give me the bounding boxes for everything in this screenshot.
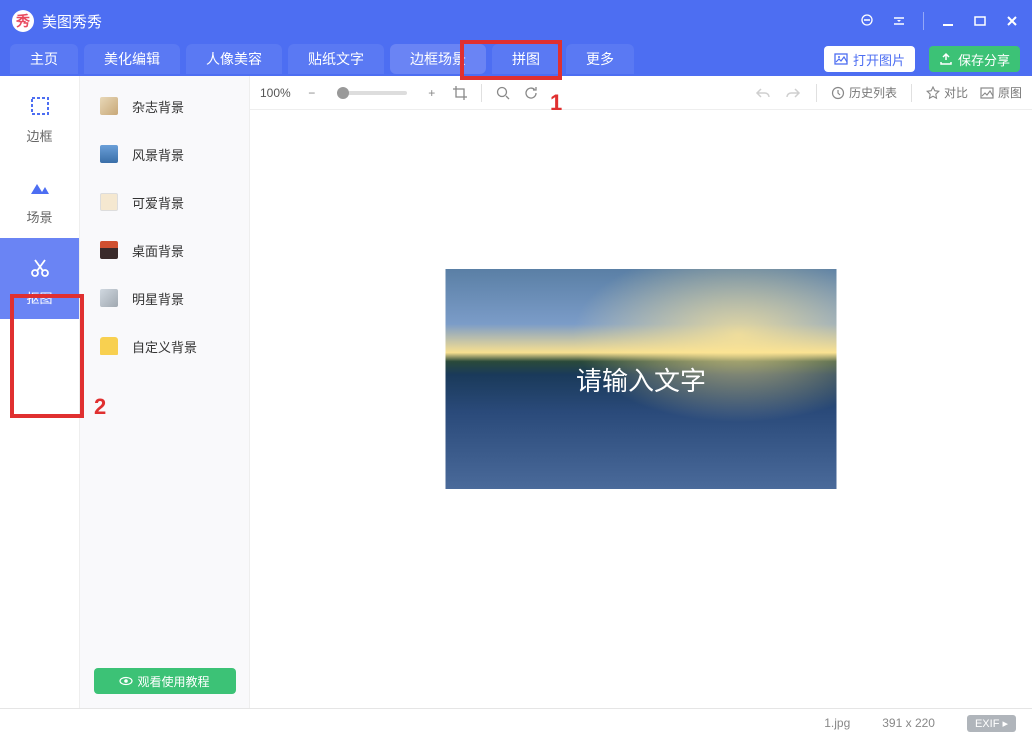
category-thumb xyxy=(100,337,118,355)
save-share-button[interactable]: 保存分享 xyxy=(929,46,1020,72)
zoom-level: 100% xyxy=(260,86,291,100)
zoom-in-icon[interactable]: + xyxy=(423,84,441,102)
category-thumb xyxy=(100,241,118,259)
toolbar-separator xyxy=(911,84,912,102)
category-desktop[interactable]: 桌面背景 xyxy=(80,226,249,274)
category-celebrity[interactable]: 明星背景 xyxy=(80,274,249,322)
toolbar-separator xyxy=(481,84,482,102)
star-icon xyxy=(926,86,940,100)
original-label: 原图 xyxy=(998,84,1022,101)
menu-dropdown-icon[interactable] xyxy=(891,13,907,29)
app-logo: 秀 xyxy=(12,10,34,32)
open-image-label: 打开图片 xyxy=(853,50,905,69)
category-custom[interactable]: 自定义背景 xyxy=(80,322,249,370)
magnifier-icon[interactable] xyxy=(494,84,512,102)
export-icon xyxy=(939,52,953,66)
tutorial-button[interactable]: 观看使用教程 xyxy=(94,668,236,694)
compare-button[interactable]: 对比 xyxy=(926,84,968,101)
tab-beautify[interactable]: 美化编辑 xyxy=(84,44,180,74)
crop-icon[interactable] xyxy=(451,84,469,102)
sidebar-item-label: 边框 xyxy=(26,126,52,145)
sidebar-item-scene[interactable]: 场景 xyxy=(0,157,79,238)
titlebar: 秀 美图秀秀 xyxy=(0,0,1032,42)
app-title: 美图秀秀 xyxy=(42,11,859,32)
image-icon xyxy=(834,52,848,66)
category-label: 杂志背景 xyxy=(132,97,184,116)
statusbar: 1.jpg 391 x 220 EXIF ▸ xyxy=(0,709,1032,737)
tab-frame-scene[interactable]: 边框场景 xyxy=(390,44,486,74)
category-label: 桌面背景 xyxy=(132,241,184,260)
category-thumb xyxy=(100,145,118,163)
annotation-number-1: 1 xyxy=(550,90,562,116)
eye-icon xyxy=(119,674,133,688)
category-landscape[interactable]: 风景背景 xyxy=(80,130,249,178)
category-label: 可爱背景 xyxy=(132,193,184,212)
frame-icon xyxy=(28,94,52,118)
chat-icon[interactable] xyxy=(859,13,875,29)
tutorial-button-label: 观看使用教程 xyxy=(137,673,209,690)
image-icon xyxy=(980,86,994,100)
refresh-icon[interactable] xyxy=(522,84,540,102)
redo-icon[interactable] xyxy=(784,84,802,102)
zoom-out-icon[interactable]: − xyxy=(303,84,321,102)
sidebar-item-label: 场景 xyxy=(26,207,52,226)
scene-icon xyxy=(28,175,52,199)
category-label: 风景背景 xyxy=(132,145,184,164)
maximize-icon[interactable] xyxy=(972,13,988,29)
history-button[interactable]: 历史列表 xyxy=(831,84,897,101)
minimize-icon[interactable] xyxy=(940,13,956,29)
tab-home[interactable]: 主页 xyxy=(10,44,78,74)
tab-stickers[interactable]: 贴纸文字 xyxy=(288,44,384,74)
status-filename: 1.jpg xyxy=(824,716,850,730)
canvas-toolbar: 100% − + xyxy=(250,76,1032,110)
body-area: 边框 场景 抠图 杂志背景 风景背景 可爱背景 xyxy=(0,76,1032,709)
preview-overlay-text[interactable]: 请输入文字 xyxy=(576,361,706,398)
tab-collage[interactable]: 拼图 xyxy=(492,44,560,74)
annotation-number-2: 2 xyxy=(94,394,106,420)
history-label: 历史列表 xyxy=(849,84,897,101)
save-share-label: 保存分享 xyxy=(958,50,1010,69)
image-preview[interactable]: 请输入文字 xyxy=(446,269,837,489)
canvas-area: 100% − + xyxy=(250,76,1032,708)
titlebar-separator xyxy=(923,12,924,30)
mode-sidebar: 边框 场景 抠图 xyxy=(0,76,80,708)
cutout-icon xyxy=(28,256,52,280)
category-thumb xyxy=(100,97,118,115)
compare-label: 对比 xyxy=(944,84,968,101)
tab-portrait[interactable]: 人像美容 xyxy=(186,44,282,74)
titlebar-controls xyxy=(859,12,1020,30)
category-label: 自定义背景 xyxy=(132,337,197,356)
category-label: 明星背景 xyxy=(132,289,184,308)
category-thumb xyxy=(100,289,118,307)
original-button[interactable]: 原图 xyxy=(980,84,1022,101)
category-cute[interactable]: 可爱背景 xyxy=(80,178,249,226)
tabbar: 主页 美化编辑 人像美容 贴纸文字 边框场景 拼图 更多 打开图片 保存分享 xyxy=(0,42,1032,76)
category-thumb xyxy=(100,193,118,211)
status-dimensions: 391 x 220 xyxy=(882,716,935,730)
sidebar-item-label: 抠图 xyxy=(26,288,52,307)
sidebar-item-cutout[interactable]: 抠图 xyxy=(0,238,79,319)
exif-button[interactable]: EXIF ▸ xyxy=(967,715,1016,732)
zoom-slider[interactable] xyxy=(337,91,407,95)
undo-icon[interactable] xyxy=(754,84,772,102)
clock-icon xyxy=(831,86,845,100)
toolbar-separator xyxy=(816,84,817,102)
tab-more[interactable]: 更多 xyxy=(566,44,634,74)
close-icon[interactable] xyxy=(1004,13,1020,29)
category-panel: 杂志背景 风景背景 可爱背景 桌面背景 明星背景 自定义背景 观看使用教程 xyxy=(80,76,250,708)
sidebar-item-frame[interactable]: 边框 xyxy=(0,76,79,157)
category-magazine[interactable]: 杂志背景 xyxy=(80,82,249,130)
open-image-button[interactable]: 打开图片 xyxy=(824,46,915,72)
